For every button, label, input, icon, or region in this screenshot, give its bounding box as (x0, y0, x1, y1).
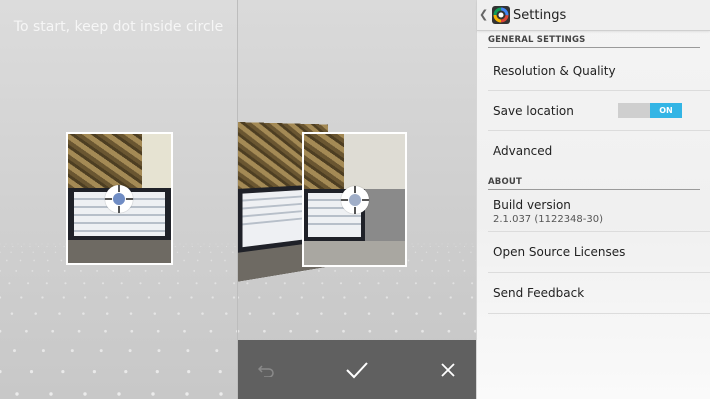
setting-label: Open Source Licenses (493, 245, 626, 259)
setting-label: Build version (493, 198, 571, 212)
settings-title: Settings (513, 8, 567, 23)
list-divider (488, 313, 710, 314)
checkmark-icon (346, 361, 368, 378)
back-chevron-icon[interactable]: ❮ (479, 8, 488, 21)
camera-app-icon[interactable] (492, 6, 510, 24)
cancel-button[interactable] (430, 340, 466, 399)
section-general-settings: GENERAL SETTINGS (488, 35, 700, 48)
save-location-toggle[interactable]: ON (618, 103, 682, 118)
setting-advanced[interactable]: Advanced (477, 131, 710, 171)
setting-resolution-quality[interactable]: Resolution & Quality (477, 52, 710, 90)
setting-build-version[interactable]: Build version 2.1.037 (1122348-30) (477, 193, 710, 231)
build-version-value: 2.1.037 (1122348-30) (493, 214, 604, 225)
capture-hint: To start, keep dot inside circle (13, 19, 224, 35)
section-about: ABOUT (488, 177, 700, 190)
capture-action-bar (238, 340, 476, 399)
setting-label: Send Feedback (493, 286, 585, 300)
alignment-dot[interactable] (348, 193, 362, 207)
undo-icon (258, 364, 274, 377)
setting-label: Resolution & Quality (493, 64, 616, 78)
toggle-on-state: ON (650, 103, 682, 118)
capture-panel-start: To start, keep dot inside circle (0, 0, 237, 399)
setting-label: Advanced (493, 144, 553, 158)
confirm-button[interactable] (337, 340, 377, 399)
close-icon (441, 362, 455, 377)
settings-screen: ❮ Settings GENERAL SETTINGS Resolution &… (477, 0, 710, 399)
settings-action-bar: ❮ Settings (477, 0, 710, 31)
undo-button[interactable] (248, 340, 284, 399)
setting-label: Save location (493, 104, 574, 118)
alignment-dot[interactable] (112, 192, 126, 206)
setting-send-feedback[interactable]: Send Feedback (477, 273, 710, 313)
setting-open-source-licenses[interactable]: Open Source Licenses (477, 232, 710, 272)
